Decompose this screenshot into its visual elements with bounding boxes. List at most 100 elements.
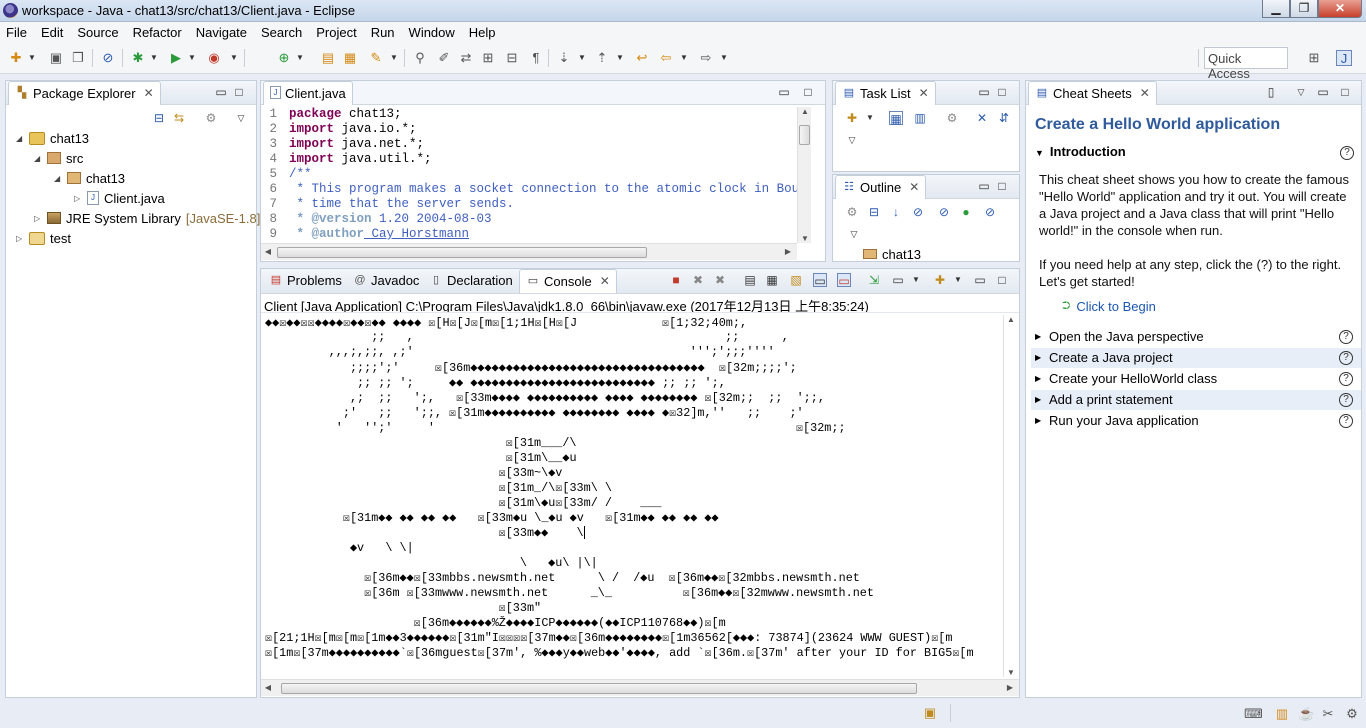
back-icon[interactable]: ⇦ xyxy=(658,50,674,66)
next-annotation-dropdown-icon[interactable]: ▼ xyxy=(578,50,586,66)
open-console-dropdown-icon[interactable]: ▼ xyxy=(951,273,965,287)
categorized-icon[interactable]: ▦ xyxy=(889,111,903,126)
focus-icon[interactable]: ⚙ xyxy=(845,205,859,219)
step-create-helloworld-class[interactable]: ▶ Create your HelloWorld class? xyxy=(1031,369,1361,389)
collapsed-icon[interactable]: ▷ xyxy=(74,194,82,203)
scroll-lock-icon[interactable]: ▦ xyxy=(765,273,779,287)
minimize-view-icon[interactable]: ▭ xyxy=(214,85,228,99)
synchronize-icon[interactable]: ⇵ xyxy=(997,111,1011,125)
search-icon[interactable]: ✎ xyxy=(368,50,384,66)
hide-completed-icon[interactable]: ✕ xyxy=(975,111,989,125)
step-add-print-statement[interactable]: ▶ Add a print statement? xyxy=(1031,390,1361,410)
debug-dropdown-icon[interactable]: ▼ xyxy=(150,50,158,66)
menu-source[interactable]: Source xyxy=(77,25,118,40)
forward-dropdown-icon[interactable]: ▼ xyxy=(720,50,728,66)
scroll-right-icon[interactable]: ▶ xyxy=(781,247,795,256)
help-icon[interactable]: ? xyxy=(1339,372,1353,386)
close-icon[interactable]: ✕ xyxy=(144,86,154,100)
view-menu-icon[interactable]: ▽ xyxy=(1294,85,1308,99)
java-perspective-icon[interactable]: J xyxy=(1336,50,1352,66)
hide-nonpublic-icon[interactable]: ● xyxy=(959,205,973,219)
minimize-view-icon[interactable]: ▭ xyxy=(977,85,991,99)
word-wrap-icon[interactable]: ⊞ xyxy=(480,50,496,66)
sort-icon[interactable]: ↓ xyxy=(889,205,903,219)
close-icon[interactable]: ✕ xyxy=(919,86,929,100)
new-package-icon[interactable]: ▤ xyxy=(320,50,336,66)
hide-static-icon[interactable]: ⊘ xyxy=(937,205,951,219)
help-icon[interactable]: ? xyxy=(1339,414,1353,428)
click-to-begin-link[interactable]: ⮊ Click to Begin xyxy=(1062,299,1156,314)
show-on-stdout-icon[interactable]: ▭ xyxy=(813,273,827,288)
scroll-left-icon[interactable]: ◀ xyxy=(261,683,275,692)
step-open-java-perspective[interactable]: ▶ Open the Java perspective? xyxy=(1031,327,1361,347)
new-task-icon[interactable]: ✚ xyxy=(845,111,859,125)
outline-item[interactable]: chat13 xyxy=(863,247,921,261)
maximize-view-icon[interactable]: □ xyxy=(995,273,1009,287)
menu-file[interactable]: File xyxy=(6,25,27,40)
close-icon[interactable]: ✕ xyxy=(909,180,919,194)
back-dropdown-icon[interactable]: ▼ xyxy=(680,50,688,66)
console-output[interactable]: ◆◆☒◆◆☒☒◆◆◆◆☒◆◆☒◆◆ ◆◆◆◆ ☒[H☒[J☒[m☒[1;1H☒[… xyxy=(261,315,1001,677)
menu-navigate[interactable]: Navigate xyxy=(196,25,247,40)
annotation-icon[interactable]: ✐ xyxy=(436,50,452,66)
new-java-project-icon[interactable]: ⊕ xyxy=(276,50,292,66)
debug-icon[interactable]: ✱ xyxy=(130,50,146,66)
minimize-view-icon[interactable]: ▭ xyxy=(977,179,991,193)
menu-refactor[interactable]: Refactor xyxy=(133,25,182,40)
display-console-dropdown-icon[interactable]: ▼ xyxy=(909,273,923,287)
help-icon[interactable]: ? xyxy=(1339,393,1353,407)
tree-item-package[interactable]: ◢ chat13 xyxy=(54,168,125,188)
tree-item-src[interactable]: ◢ src xyxy=(34,148,83,168)
hide-fields-icon[interactable]: ⊘ xyxy=(911,205,925,219)
open-perspective-icon[interactable]: ⊞ xyxy=(1306,50,1322,66)
scroll-thumb[interactable] xyxy=(277,247,647,258)
remove-all-icon[interactable]: ✖ xyxy=(713,273,727,287)
toggle-mark-icon[interactable]: ⚲ xyxy=(412,50,428,66)
collapsed-icon[interactable]: ▷ xyxy=(34,214,42,223)
scroll-right-icon[interactable]: ▶ xyxy=(1003,683,1017,692)
maximize-view-icon[interactable]: □ xyxy=(801,85,815,99)
menu-project[interactable]: Project xyxy=(316,25,356,40)
new-class-dropdown-icon[interactable]: ▼ xyxy=(296,50,304,66)
expanded-icon[interactable]: ▼ xyxy=(1035,148,1044,158)
tab-console[interactable]: ▭ Console ✕ xyxy=(519,269,617,293)
minimize-view-icon[interactable]: ▭ xyxy=(1316,85,1330,99)
tab-client-java[interactable]: J Client.java xyxy=(263,81,353,105)
view-menu-icon[interactable]: ▽ xyxy=(847,227,861,241)
last-edit-icon[interactable]: ↩ xyxy=(634,50,650,66)
save-icon[interactable]: ▣ xyxy=(48,50,64,66)
forward-icon[interactable]: ⇨ xyxy=(698,50,714,66)
help-icon[interactable]: ? xyxy=(1339,351,1353,365)
maximize-view-icon[interactable]: □ xyxy=(232,85,246,99)
code-area[interactable]: 1 package chat13; 2 import java.io.*; 3 imp… xyxy=(261,107,797,241)
external-tools-icon[interactable]: ◉ xyxy=(206,50,222,66)
show-on-stderr-icon[interactable]: ▭ xyxy=(837,273,851,288)
close-icon[interactable]: ✕ xyxy=(600,274,610,288)
terminate-icon[interactable]: ■ xyxy=(669,273,683,287)
step-create-java-project[interactable]: ▶ Create a Java project? xyxy=(1031,348,1361,368)
scroll-up-icon[interactable]: ▲ xyxy=(798,107,812,116)
editor-vertical-scrollbar[interactable]: ▲ ▼ xyxy=(797,107,811,243)
close-icon[interactable]: ✕ xyxy=(1140,86,1150,100)
collapse-all-icon[interactable]: ⊟ xyxy=(867,205,881,219)
next-annotation-icon[interactable]: ⇣ xyxy=(556,50,572,66)
tab-outline[interactable]: ☷ Outline ✕ xyxy=(835,175,927,199)
tree-item-project[interactable]: ◢ chat13 xyxy=(16,128,89,148)
scroll-down-icon[interactable]: ▼ xyxy=(1004,668,1018,677)
menu-search[interactable]: Search xyxy=(261,25,302,40)
display-console-icon[interactable]: ▭ xyxy=(891,273,905,287)
collapse-all-icon[interactable]: ⊟ xyxy=(152,111,166,125)
maximize-view-icon[interactable]: □ xyxy=(995,85,1009,99)
memory-icon[interactable]: ▣ xyxy=(922,705,938,721)
tree-item-test[interactable]: ▷ test xyxy=(16,228,71,248)
scroll-left-icon[interactable]: ◀ xyxy=(261,247,275,256)
prev-annotation-dropdown-icon[interactable]: ▼ xyxy=(616,50,624,66)
intro-heading[interactable]: ▼ Introduction xyxy=(1035,144,1126,159)
scroll-thumb[interactable] xyxy=(799,125,810,145)
console-vertical-scrollbar[interactable]: ▲ ▼ xyxy=(1003,315,1017,677)
tab-declaration[interactable]: ▯ Declaration xyxy=(423,269,519,293)
view-settings-icon[interactable]: ⚙ xyxy=(204,111,218,125)
help-icon[interactable]: ? xyxy=(1340,146,1354,160)
tab-task-list[interactable]: ▤ Task List ✕ xyxy=(835,81,936,105)
minimize-view-icon[interactable]: ▭ xyxy=(973,273,987,287)
